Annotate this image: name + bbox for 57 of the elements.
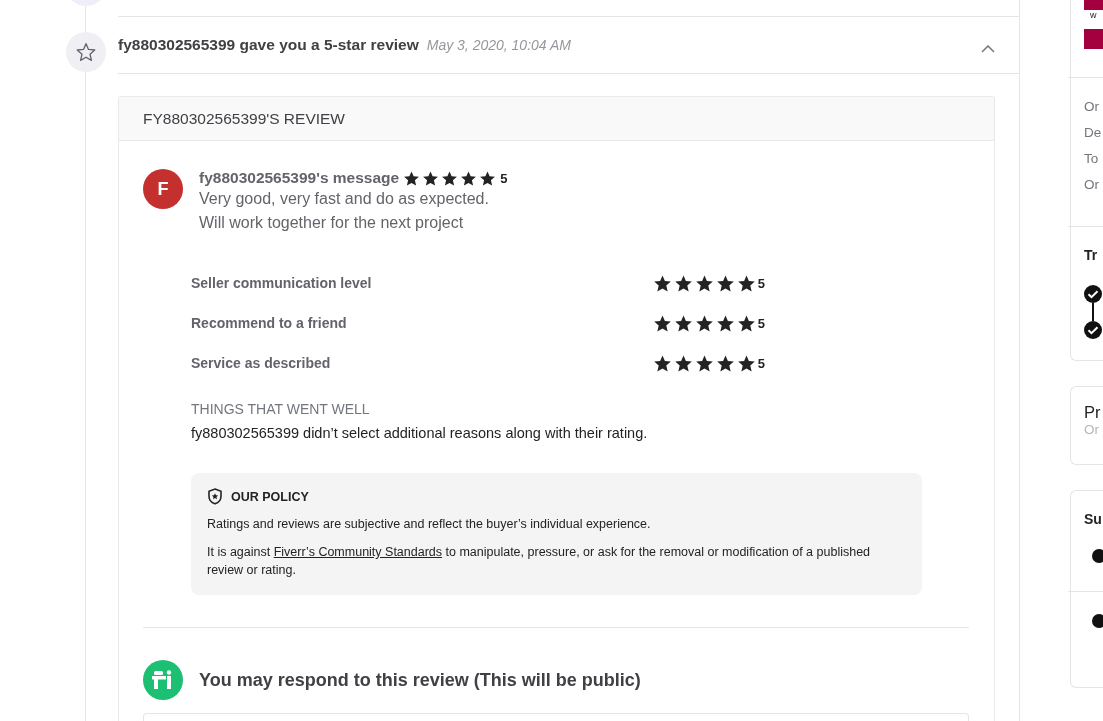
event-title: fy880302565399 gave you a 5-star review xyxy=(118,36,419,54)
star-icon xyxy=(422,169,440,187)
went-well-text: fy880302565399 didn’t select additional reasons along with their rating. xyxy=(191,425,649,441)
banner xyxy=(1084,0,1103,10)
author-label: fy880302565399's message xyxy=(199,169,400,187)
criterion-label: Service as described xyxy=(191,355,331,371)
order-detail-label: Or xyxy=(1084,98,1100,116)
review-message: Very good, very fast and do as expected. xyxy=(199,189,490,209)
shield-icon xyxy=(207,488,223,505)
track-title: Tr xyxy=(1084,247,1099,263)
policy-text: It is against Fiverr’s Community Standards to manipulate, pressure, or ask for the removal or modification of a published review or rating. xyxy=(207,544,872,579)
banner-button[interactable] xyxy=(1084,29,1103,49)
card-title: Su xyxy=(1084,511,1103,527)
section-heading: THINGS THAT WENT WELL xyxy=(191,401,371,417)
star-icon xyxy=(652,273,672,293)
star-icon xyxy=(673,313,693,333)
collapse-chevron-icon[interactable] xyxy=(981,45,995,53)
rating-score: 5 xyxy=(757,275,765,291)
star-icon xyxy=(694,313,714,333)
star-icon xyxy=(441,169,459,187)
star-icon xyxy=(694,273,714,293)
star-icon xyxy=(460,169,478,187)
star-icon xyxy=(736,273,756,293)
rating-score: 5 xyxy=(757,355,765,371)
rating-score: 5 xyxy=(500,170,508,186)
star-icon xyxy=(715,313,735,333)
fiverr-logo-icon xyxy=(143,660,183,700)
star-icon xyxy=(479,169,497,187)
order-detail-label: Or xyxy=(1084,176,1100,194)
event-time: May 3, 2020, 10:04 AM xyxy=(426,37,571,53)
community-standards-link[interactable]: Fiverr’s Community Standards xyxy=(273,545,443,559)
rating-score: 5 xyxy=(757,315,765,331)
star-icon xyxy=(694,353,714,373)
order-detail-label: De xyxy=(1084,124,1103,142)
order-detail-label: To xyxy=(1084,150,1100,168)
review-heading: FY880302565399'S REVIEW xyxy=(143,109,345,128)
criterion-label: Recommend to a friend xyxy=(191,315,347,331)
star-icon xyxy=(673,273,693,293)
policy-heading: OUR POLICY xyxy=(231,489,309,504)
review-message: Will work together for the next project xyxy=(199,213,465,233)
star-icon xyxy=(673,353,693,373)
star-icon xyxy=(403,169,421,187)
star-icon xyxy=(652,313,672,333)
banner-caption: w xyxy=(1089,10,1098,20)
dot-icon xyxy=(1092,614,1103,628)
star-icon xyxy=(736,313,756,333)
card-title: Pr xyxy=(1084,403,1102,422)
star-icon xyxy=(652,353,672,373)
policy-text: Ratings and reviews are subjective and reflect the buyer’s individual experience. xyxy=(207,516,652,533)
star-icon xyxy=(715,273,735,293)
respond-heading: You may respond to this review (This will be public) xyxy=(199,669,641,691)
dot-icon xyxy=(1092,549,1103,563)
card-subtitle: Or xyxy=(1084,422,1100,437)
avatar: F xyxy=(143,169,183,209)
criterion-label: Seller communication level xyxy=(191,275,372,291)
star-icon xyxy=(715,353,735,373)
star-icon xyxy=(736,353,756,373)
